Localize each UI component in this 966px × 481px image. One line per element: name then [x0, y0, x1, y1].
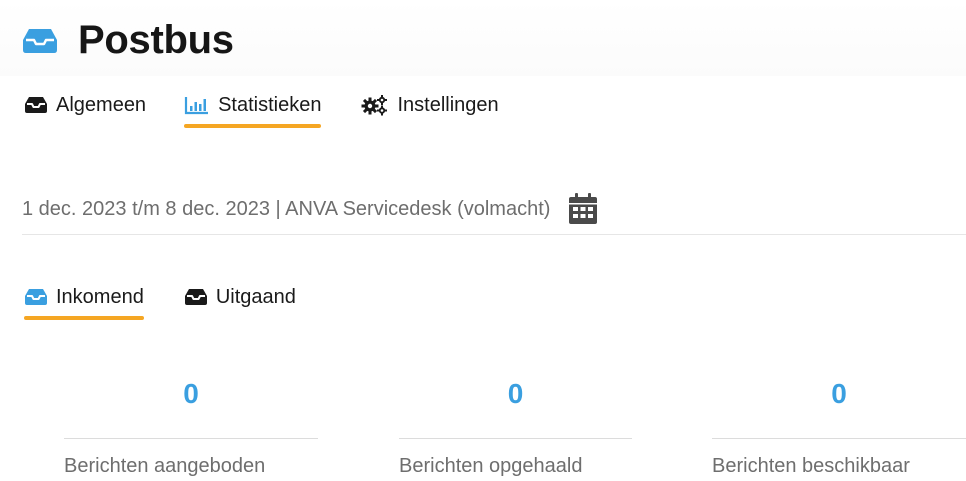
divider: [712, 438, 966, 439]
page-title: Postbus: [78, 18, 234, 62]
stat-berichten-beschikbaar: 0 Berichten beschikbaar: [712, 374, 966, 478]
tab-inkomend-label: Inkomend: [56, 285, 144, 308]
stat-value: 0: [507, 378, 524, 409]
inbox-tray-icon: [24, 288, 48, 306]
statistics-panel: 0 Berichten aangeboden 0 Berichten opgeh…: [0, 374, 966, 481]
tab-statistieken[interactable]: Statistieken: [184, 88, 322, 128]
stat-value: 0: [183, 378, 199, 409]
calendar-icon[interactable]: [568, 193, 598, 225]
stat-caption: Berichten aangeboden: [64, 455, 266, 477]
tab-algemeen-label: Algemeen: [56, 93, 147, 116]
stat-caption: Berichten opgehaald: [399, 455, 583, 477]
tab-inkomend[interactable]: Inkomend: [24, 280, 144, 320]
bar-chart-icon: [184, 95, 210, 115]
tab-instellingen-label: Instellingen: [397, 93, 499, 116]
divider: [64, 438, 318, 439]
inbox-tray-icon: [184, 288, 208, 306]
tab-uitgaand[interactable]: Uitgaand: [184, 280, 296, 314]
tab-statistieken-label: Statistieken: [218, 93, 322, 116]
tab-instellingen[interactable]: Instellingen: [361, 88, 499, 122]
gears-icon: [361, 94, 389, 116]
page-header: Postbus: [0, 0, 966, 76]
stat-berichten-aangeboden: 0 Berichten aangeboden: [64, 374, 318, 478]
tab-algemeen[interactable]: Algemeen: [24, 88, 146, 122]
date-range-text: 1 dec. 2023 t/m 8 dec. 2023 | ANVA Servi…: [22, 197, 551, 220]
tab-uitgaand-label: Uitgaand: [215, 285, 296, 308]
main-tabs: Algemeen Statistieken Instellingen: [24, 88, 499, 130]
divider: [399, 438, 632, 439]
inbox-tray-icon: [22, 26, 58, 56]
title-row: Postbus: [22, 18, 234, 63]
stat-value: 0: [831, 378, 847, 409]
sub-tabs: Inkomend Uitgaand: [24, 280, 296, 322]
stat-berichten-opgehaald: 0 Berichten opgehaald: [399, 374, 632, 478]
stat-caption: Berichten beschikbaar: [712, 455, 910, 477]
inbox-tray-icon: [24, 96, 48, 114]
date-filter: 1 dec. 2023 t/m 8 dec. 2023 | ANVA Servi…: [22, 184, 966, 235]
